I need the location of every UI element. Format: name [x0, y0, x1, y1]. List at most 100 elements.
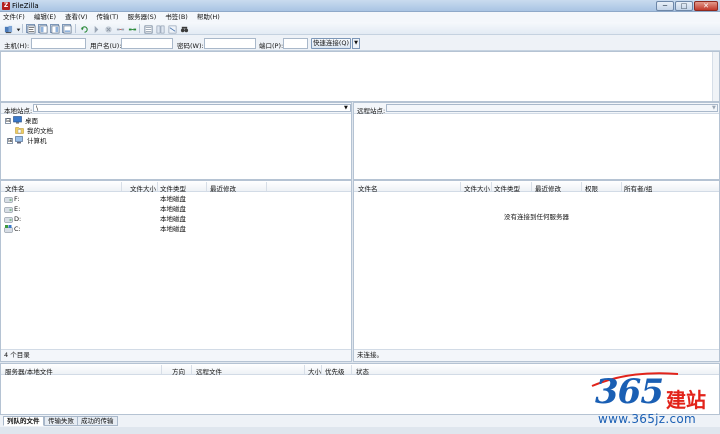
- title-bar: Z FileZilla ─ □ ✕: [0, 0, 720, 12]
- search-icon[interactable]: [179, 24, 189, 33]
- local-status-line: 4 个目录: [1, 349, 351, 361]
- column-separator[interactable]: [206, 182, 207, 191]
- tree-item-my-documents[interactable]: 我的文档: [5, 126, 53, 136]
- tab-failed-transfers[interactable]: 传输失败: [44, 416, 78, 426]
- column-direction[interactable]: 方向: [172, 366, 185, 376]
- message-log[interactable]: [0, 51, 720, 102]
- column-separator[interactable]: [161, 365, 162, 374]
- local-file-list: 文件名 文件大小 文件类型 最近修改 F: 本地磁盘 E: 本地磁盘 D: 本地…: [0, 180, 352, 362]
- column-filetype[interactable]: 文件类型: [494, 183, 520, 193]
- host-label: 主机(H):: [4, 42, 30, 50]
- column-separator[interactable]: [531, 182, 532, 191]
- column-filetype[interactable]: 文件类型: [160, 183, 186, 193]
- tree-item-computer[interactable]: ⊞ 计算机: [0, 135, 53, 147]
- table-row[interactable]: D: 本地磁盘: [1, 214, 351, 224]
- password-input[interactable]: [204, 38, 256, 49]
- column-separator[interactable]: [460, 182, 461, 191]
- dir-compare-icon[interactable]: [167, 24, 177, 34]
- username-input[interactable]: [121, 38, 173, 49]
- refresh-icon[interactable]: [79, 24, 88, 33]
- toolbar: [0, 22, 720, 35]
- minimize-button[interactable]: ─: [656, 1, 674, 11]
- file-type: 本地磁盘: [160, 225, 186, 233]
- toggle-remote-tree-icon[interactable]: [50, 24, 60, 34]
- column-size[interactable]: 大小: [308, 366, 321, 376]
- column-priority[interactable]: 优先级: [325, 366, 345, 376]
- local-file-rows: F: 本地磁盘 E: 本地磁盘 D: 本地磁盘 C: 本地磁盘: [1, 194, 351, 234]
- close-button[interactable]: ✕: [694, 1, 718, 11]
- cancel-icon[interactable]: [103, 24, 112, 33]
- column-status[interactable]: 状态: [356, 366, 369, 376]
- reconnect-icon[interactable]: [127, 24, 137, 33]
- toggle-message-log-icon[interactable]: [26, 24, 36, 34]
- site-manager-dropdown-icon[interactable]: [13, 24, 21, 33]
- menu-server[interactable]: 服务器(S): [128, 12, 157, 22]
- sync-browsing-icon[interactable]: [155, 24, 165, 34]
- column-separator[interactable]: [351, 365, 352, 374]
- window-title: FileZilla: [12, 2, 39, 10]
- column-separator[interactable]: [191, 365, 192, 374]
- menu-file[interactable]: 文件(F): [3, 12, 25, 22]
- port-label: 端口(P):: [259, 42, 284, 50]
- local-tree: ⊟ 桌面 我的文档 ⊞ 计算机: [5, 115, 53, 146]
- column-separator[interactable]: [581, 182, 582, 191]
- column-separator[interactable]: [121, 182, 122, 191]
- menu-view[interactable]: 查看(V): [65, 12, 88, 22]
- toggle-local-tree-icon[interactable]: [38, 24, 48, 34]
- tree-item-desktop[interactable]: ⊟ 桌面: [5, 115, 53, 126]
- column-server-local-file[interactable]: 服务器/本地文件: [5, 366, 53, 376]
- local-site-bar: 本地站点: \ ▼: [1, 103, 351, 115]
- remote-site-dropdown-icon[interactable]: ▼: [712, 105, 716, 111]
- column-separator[interactable]: [157, 182, 158, 191]
- quickconnect-dropdown-button[interactable]: ▼: [352, 38, 360, 49]
- file-name: F:: [14, 195, 20, 203]
- remote-site-label: 远程站点:: [357, 107, 386, 115]
- directory-listing-filter-icon[interactable]: [143, 24, 153, 34]
- tree-item-label: 计算机: [27, 137, 47, 145]
- quickconnect-button[interactable]: 快速连接(Q): [311, 38, 351, 49]
- column-separator[interactable]: [321, 365, 322, 374]
- menu-edit[interactable]: 编辑(E): [34, 12, 56, 22]
- column-separator[interactable]: [491, 182, 492, 191]
- column-remote-file[interactable]: 远程文件: [196, 366, 222, 376]
- local-site-input[interactable]: \: [33, 104, 351, 112]
- local-site-dropdown-icon[interactable]: ▼: [344, 105, 348, 111]
- menu-transfer[interactable]: 传输(T): [97, 12, 119, 22]
- process-queue-icon[interactable]: [91, 24, 100, 34]
- maximize-button[interactable]: □: [675, 1, 693, 11]
- table-row[interactable]: F: 本地磁盘: [1, 194, 351, 204]
- column-separator[interactable]: [621, 182, 622, 191]
- expand-icon[interactable]: ⊞: [7, 138, 13, 144]
- column-last-modified[interactable]: 最近修改: [535, 183, 561, 193]
- column-last-modified[interactable]: 最近修改: [210, 183, 236, 193]
- table-row[interactable]: E: 本地磁盘: [1, 204, 351, 214]
- remote-site-input[interactable]: [386, 104, 718, 112]
- column-filename[interactable]: 文件名: [358, 183, 378, 193]
- host-input[interactable]: [31, 38, 86, 49]
- port-input[interactable]: [283, 38, 308, 49]
- file-name: D:: [14, 215, 22, 223]
- table-row[interactable]: C: 本地磁盘: [1, 224, 351, 234]
- column-owner-group[interactable]: 所有者/组: [624, 183, 652, 193]
- site-manager-icon[interactable]: [3, 24, 13, 34]
- tree-item-label: 桌面: [25, 117, 38, 125]
- message-log-scrollbar[interactable]: [712, 52, 719, 101]
- column-permissions[interactable]: 权限: [585, 183, 598, 193]
- menu-help[interactable]: 帮助(H): [197, 12, 220, 22]
- column-filesize[interactable]: 文件大小: [464, 183, 490, 193]
- column-separator[interactable]: [266, 182, 267, 191]
- remote-tree-pane: 远程站点: ▼: [353, 102, 720, 180]
- tab-successful-transfers[interactable]: 成功的传输: [77, 416, 118, 426]
- column-separator[interactable]: [304, 365, 305, 374]
- menu-bar: 文件(F) 编辑(E) 查看(V) 传输(T) 服务器(S) 书签(B) 帮助(…: [0, 12, 720, 22]
- tab-queued-files[interactable]: 列队的文件: [3, 416, 44, 426]
- file-type: 本地磁盘: [160, 195, 186, 203]
- column-filename[interactable]: 文件名: [5, 183, 25, 193]
- collapse-icon[interactable]: ⊟: [5, 118, 11, 124]
- menu-bookmarks[interactable]: 书签(B): [165, 12, 188, 22]
- disconnect-icon[interactable]: [115, 24, 125, 33]
- column-filesize[interactable]: 文件大小: [130, 183, 156, 193]
- filezilla-logo-icon: Z: [2, 2, 10, 10]
- computer-icon: [15, 135, 24, 147]
- toggle-queue-icon[interactable]: [62, 24, 72, 34]
